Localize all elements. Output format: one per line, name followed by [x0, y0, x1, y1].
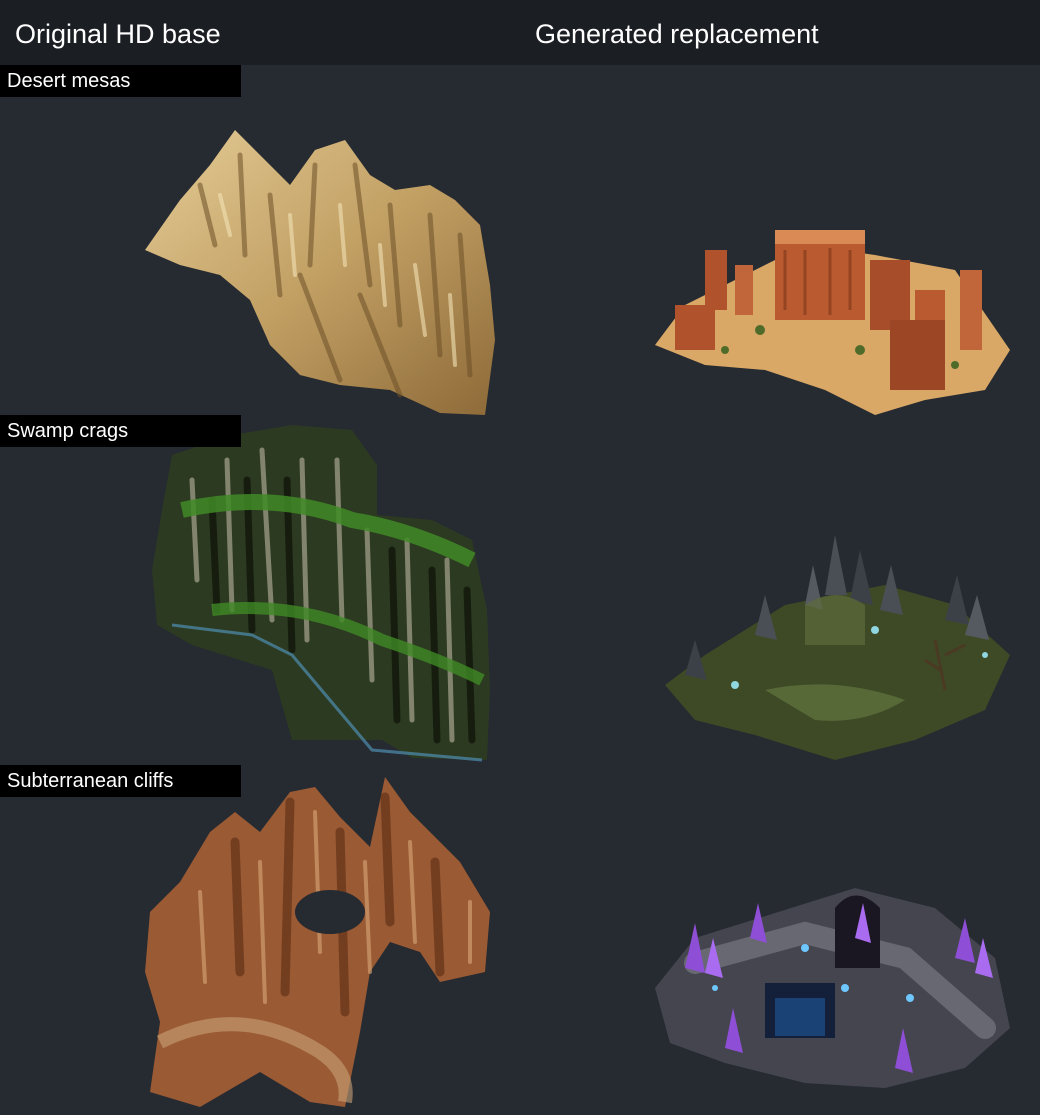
cave-original-sprite	[140, 772, 495, 1112]
cave-generated-sprite	[655, 878, 1015, 1093]
header-bar: Original HD base Generated replacement	[0, 0, 1040, 65]
row-label-swamp: Swamp crags	[0, 415, 241, 447]
desert-generated-sprite	[655, 210, 1015, 420]
swamp-generated-sprite	[665, 525, 1015, 765]
row-label-desert: Desert mesas	[0, 65, 241, 97]
original-column-title: Original HD base	[15, 19, 221, 49]
desert-original-sprite	[140, 125, 500, 420]
generated-column-title: Generated replacement	[535, 19, 819, 49]
swamp-original-sprite	[152, 420, 497, 765]
row-label-cave: Subterranean cliffs	[0, 765, 241, 797]
